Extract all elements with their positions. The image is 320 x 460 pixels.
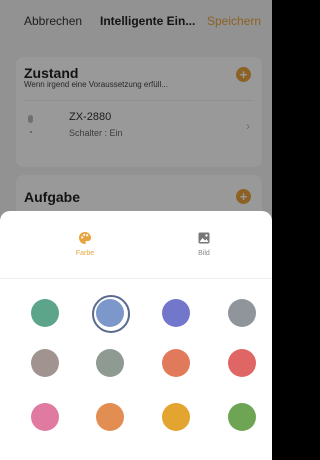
palette-icon: [79, 232, 91, 244]
color-swatch[interactable]: [162, 299, 190, 327]
color-swatch[interactable]: [228, 349, 256, 377]
color-swatch[interactable]: [162, 349, 190, 377]
tab-farbe[interactable]: Farbe: [50, 231, 120, 257]
tab-farbe-label: Farbe: [75, 250, 95, 257]
color-swatch[interactable]: [228, 403, 256, 431]
color-swatch[interactable]: [96, 403, 124, 431]
image-icon: [198, 232, 210, 244]
color-swatch[interactable]: [228, 299, 256, 327]
screen: Abbrechen Intelligente Ein... Speichern …: [0, 0, 272, 460]
divider: [0, 278, 272, 279]
color-swatch[interactable]: [162, 403, 190, 431]
tab-bild-label: Bild: [198, 250, 210, 257]
color-swatch[interactable]: [31, 349, 59, 377]
color-swatch[interactable]: [31, 403, 59, 431]
bottom-sheet: Farbe Bild: [0, 211, 272, 460]
color-swatch[interactable]: [31, 299, 59, 327]
tab-bild[interactable]: Bild: [169, 231, 239, 257]
color-swatch[interactable]: [96, 299, 124, 327]
color-swatch[interactable]: [96, 349, 124, 377]
